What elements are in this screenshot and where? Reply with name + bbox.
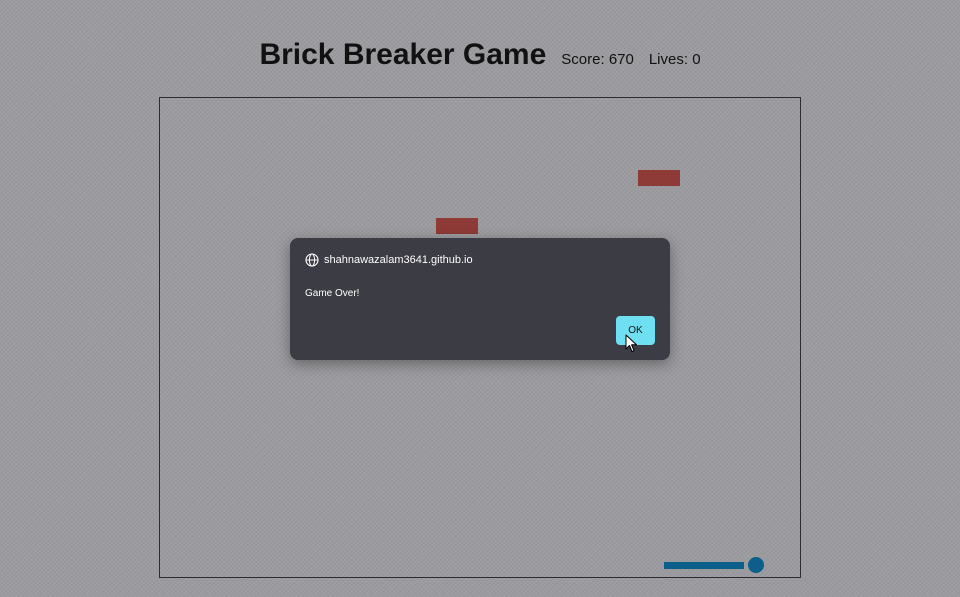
alert-dialog: shahnawazalam3641.github.io Game Over! O… [290,238,670,360]
ball [748,557,764,573]
globe-icon [305,253,319,267]
dialog-origin: shahnawazalam3641.github.io [305,253,473,267]
mouse-pointer-icon [625,334,639,354]
brick [436,218,478,234]
lives-display: Lives: 0 [648,51,701,68]
dialog-message: Game Over! [305,288,360,299]
paddle [664,562,744,569]
page-title: Brick Breaker Game [259,38,547,71]
brick [638,170,680,186]
origin-text: shahnawazalam3641.github.io [324,254,473,266]
game-header: Brick Breaker Game Score: 670 Lives: 0 [0,38,960,72]
score-display: Score: 670 [561,51,634,68]
